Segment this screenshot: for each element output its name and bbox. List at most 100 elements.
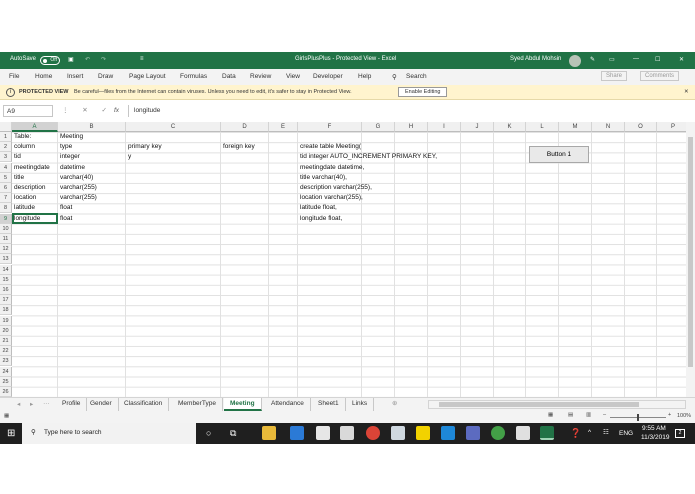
tab-draw[interactable]: Draw: [98, 73, 113, 80]
row-header-13[interactable]: 13: [0, 254, 12, 265]
comments-button[interactable]: Comments: [640, 71, 680, 81]
column-header-m[interactable]: M: [559, 122, 592, 132]
tab-view[interactable]: View: [286, 73, 300, 80]
help-icon[interactable]: ❓: [570, 428, 581, 439]
row-header-22[interactable]: 22: [0, 346, 12, 357]
row-header-17[interactable]: 17: [0, 295, 12, 306]
anaconda-icon[interactable]: [491, 426, 505, 440]
row-header-19[interactable]: 19: [0, 315, 12, 326]
cell-a4[interactable]: meetingdate: [12, 163, 50, 173]
tab-page-layout[interactable]: Page Layout: [129, 73, 166, 80]
autosave-toggle[interactable]: Off: [40, 56, 60, 65]
row-header-9[interactable]: 9: [0, 213, 12, 224]
column-header-f[interactable]: F: [298, 122, 362, 132]
cell-f9[interactable]: longitude float,: [298, 214, 342, 224]
clock-date[interactable]: 11/3/2019: [641, 434, 669, 441]
sheet-tab-links[interactable]: Links: [346, 398, 375, 411]
sheet-tab-membertype[interactable]: MemberType: [172, 398, 223, 411]
cell-d2[interactable]: foreign key: [221, 142, 255, 152]
row-header-15[interactable]: 15: [0, 274, 12, 285]
clock-time[interactable]: 9:55 AM: [642, 425, 666, 432]
minimize-icon[interactable]: —: [633, 56, 639, 62]
file-explorer-icon[interactable]: [262, 426, 276, 440]
column-header-j[interactable]: J: [461, 122, 494, 132]
tab-developer[interactable]: Developer: [313, 73, 343, 80]
cell-a7[interactable]: location: [12, 193, 36, 203]
notifications-icon[interactable]: 2: [675, 429, 685, 438]
vscode-icon[interactable]: [441, 426, 455, 440]
sheet-tab-gender[interactable]: Gender: [84, 398, 119, 411]
column-header-o[interactable]: O: [625, 122, 657, 132]
row-header-25[interactable]: 25: [0, 376, 12, 387]
search-label[interactable]: Search: [406, 73, 427, 80]
sheet-tab-classification[interactable]: Classification: [118, 398, 170, 411]
tab-more-icon[interactable]: …: [43, 399, 50, 406]
cell-a2[interactable]: column: [12, 142, 35, 152]
row-header-11[interactable]: 11: [0, 234, 12, 244]
cell-a8[interactable]: latitude: [12, 203, 35, 213]
store-icon[interactable]: [340, 426, 354, 440]
taskbar-search-input[interactable]: Type here to search: [44, 429, 101, 436]
row-header-18[interactable]: 18: [0, 305, 12, 316]
cell-b5[interactable]: varchar(40): [58, 173, 93, 183]
excel-taskbar-icon[interactable]: [540, 426, 554, 440]
close-icon[interactable]: ✕: [679, 56, 684, 63]
row-header-12[interactable]: 12: [0, 244, 12, 255]
row-header-26[interactable]: 26: [0, 387, 12, 397]
sticky-notes-icon[interactable]: [416, 426, 430, 440]
normal-view-icon[interactable]: ▦: [548, 412, 553, 418]
cell-c3[interactable]: y: [126, 152, 131, 162]
cell-f4[interactable]: meetingdate datetime,: [298, 163, 364, 173]
close-icon[interactable]: ✕: [684, 89, 689, 95]
active-cell[interactable]: [12, 213, 58, 224]
cell-b1[interactable]: Meeting: [58, 132, 83, 142]
row-header-1[interactable]: 1: [0, 132, 12, 142]
avatar[interactable]: [569, 55, 581, 67]
enable-editing-button[interactable]: Enable Editing: [398, 87, 448, 97]
name-box[interactable]: A9: [3, 105, 53, 117]
page-break-view-icon[interactable]: ▥: [586, 412, 591, 418]
ribbon-display-icon[interactable]: ▭: [609, 56, 615, 63]
column-header-i[interactable]: I: [428, 122, 461, 132]
cell-f6[interactable]: description varchar(255),: [298, 183, 372, 193]
row-header-10[interactable]: 10: [0, 223, 12, 234]
row-header-7[interactable]: 7: [0, 193, 12, 204]
sheet-tab-profile[interactable]: Profile: [56, 398, 88, 411]
cell-c2[interactable]: primary key: [126, 142, 162, 152]
mail-icon[interactable]: [316, 426, 330, 440]
tab-data[interactable]: Data: [222, 73, 236, 80]
app-icon[interactable]: [466, 426, 480, 440]
row-header-6[interactable]: 6: [0, 183, 12, 193]
select-all-corner[interactable]: [0, 122, 12, 132]
scroll-thumb[interactable]: [688, 137, 693, 367]
cell-f2[interactable]: create table Meeting(: [298, 142, 361, 152]
column-header-l[interactable]: L: [526, 122, 559, 132]
row-header-24[interactable]: 24: [0, 366, 12, 377]
fx-icon[interactable]: fx: [114, 107, 119, 114]
cell-b3[interactable]: integer: [58, 152, 80, 162]
cell-f7[interactable]: location varchar(255),: [298, 193, 363, 203]
column-header-g[interactable]: G: [362, 122, 395, 132]
sheet-tab-sheet1[interactable]: Sheet1: [312, 398, 346, 411]
tab-scroll-right-icon[interactable]: ▸: [30, 400, 33, 408]
save-icon[interactable]: ▣: [68, 56, 74, 63]
chrome-icon[interactable]: [366, 426, 380, 440]
tab-formulas[interactable]: Formulas: [180, 73, 207, 80]
column-header-c[interactable]: C: [126, 122, 221, 132]
network-icon[interactable]: ☷: [603, 428, 609, 436]
cortana-icon[interactable]: ○: [206, 428, 211, 438]
taskbar-search[interactable]: ⚲ Type here to search: [22, 423, 196, 444]
cell-b7[interactable]: varchar(255): [58, 193, 97, 203]
row-header-8[interactable]: 8: [0, 203, 12, 214]
zoom-out-icon[interactable]: –: [603, 412, 606, 418]
formula-input[interactable]: longitude: [128, 105, 690, 117]
cell-b6[interactable]: varchar(255): [58, 183, 97, 193]
share-button[interactable]: Share: [601, 71, 628, 81]
column-header-e[interactable]: E: [269, 122, 298, 132]
row-header-5[interactable]: 5: [0, 172, 12, 183]
cell-a3[interactable]: tid: [12, 152, 21, 162]
cell-b8[interactable]: float: [58, 203, 72, 213]
horizontal-scrollbar[interactable]: [428, 400, 686, 409]
zoom-slider-thumb[interactable]: [637, 414, 639, 421]
scroll-thumb[interactable]: [439, 402, 639, 407]
